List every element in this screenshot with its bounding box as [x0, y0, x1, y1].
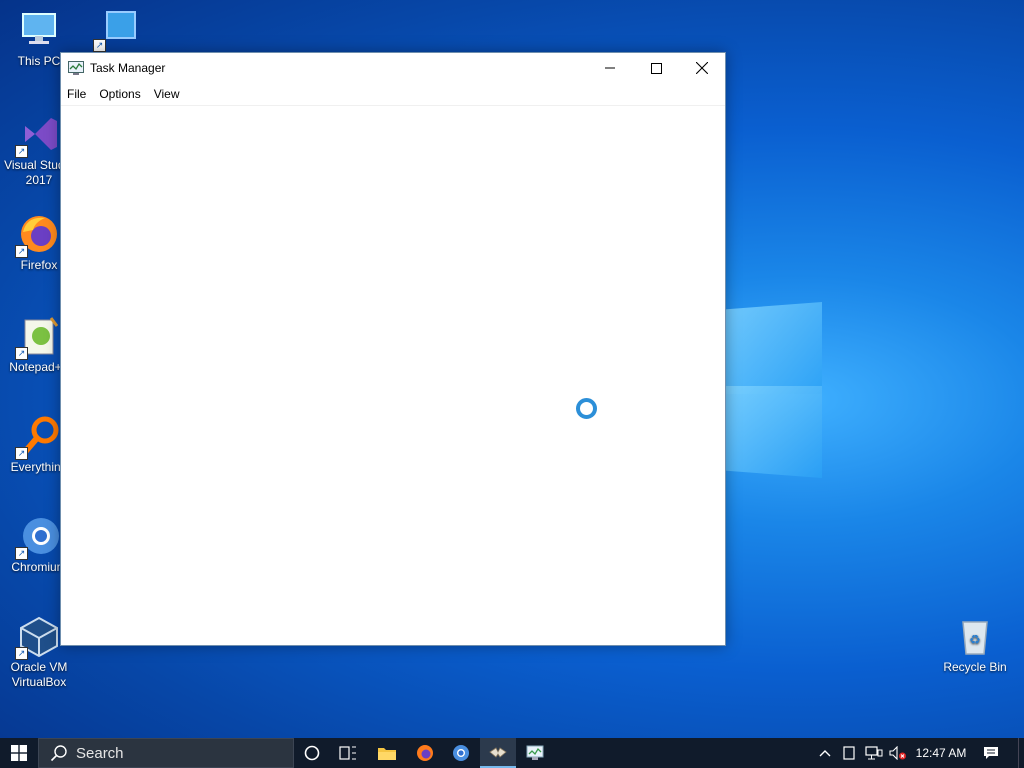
- task-manager-window[interactable]: Task Manager File Options View: [60, 52, 726, 646]
- chromium-icon: ↗: [15, 514, 61, 560]
- loading-spinner: [576, 398, 597, 419]
- computer-icon: [17, 8, 61, 52]
- volume-muted-icon: [889, 746, 906, 760]
- folder-icon: [378, 748, 396, 760]
- close-icon: [696, 62, 708, 74]
- task-view-button[interactable]: [330, 738, 366, 768]
- chromium-icon: [453, 745, 469, 761]
- shortcut-arrow-icon: ↗: [15, 647, 28, 660]
- taskbar-task-manager-active[interactable]: [480, 738, 516, 768]
- menu-options[interactable]: Options: [99, 87, 140, 101]
- desktop-icon-unnamed[interactable]: ↗: [80, 6, 154, 52]
- shortcut-arrow-icon: ↗: [15, 145, 28, 158]
- search-placeholder: Search: [76, 744, 124, 762]
- windows-start-icon: [11, 745, 27, 761]
- firefox-icon: [417, 745, 433, 761]
- visual-studio-icon: ↗: [15, 112, 61, 158]
- svg-text:♻: ♻: [969, 633, 981, 648]
- shortcut-arrow-icon: ↗: [15, 547, 28, 560]
- clock-time: 12:47 AM: [915, 746, 967, 760]
- menu-file[interactable]: File: [67, 87, 86, 101]
- chevron-up-icon: [819, 750, 831, 757]
- task-manager-icon: [526, 745, 544, 760]
- taskbar-chromium[interactable]: [442, 738, 480, 768]
- notepad-plus-plus-icon: ↗: [15, 314, 61, 360]
- taskbar-task-manager[interactable]: [516, 738, 554, 768]
- tray-app-button[interactable]: [838, 738, 860, 768]
- everything-search-icon: ↗: [15, 414, 61, 460]
- taskbar-search-box[interactable]: Search: [38, 738, 294, 768]
- taskbar-file-explorer[interactable]: [368, 738, 406, 768]
- firefox-icon: ↗: [15, 212, 61, 258]
- recycle-bin-icon: ♻: [953, 614, 997, 658]
- title-bar[interactable]: Task Manager: [61, 53, 725, 83]
- notifications-icon: [984, 747, 998, 759]
- search-icon: [50, 745, 67, 762]
- action-center-button[interactable]: [976, 738, 1006, 768]
- window-title: Task Manager: [90, 61, 166, 75]
- shortcut-arrow-icon: ↗: [15, 347, 28, 360]
- hands-app-icon: [489, 747, 507, 758]
- desktop-icon-recycle-bin[interactable]: ♻ Recycle Bin: [938, 614, 1012, 675]
- show-hidden-icons-button[interactable]: [814, 738, 836, 768]
- shortcut-arrow-icon: ↗: [15, 245, 28, 258]
- menu-view[interactable]: View: [154, 87, 180, 101]
- virtualbox-icon: ↗: [15, 614, 61, 660]
- taskbar: Search 12:47 AM: [0, 738, 1024, 768]
- task-view-icon: [339, 746, 356, 760]
- taskbar-firefox[interactable]: [406, 738, 444, 768]
- network-button[interactable]: [862, 738, 886, 768]
- tablet-icon: [843, 746, 855, 760]
- start-button[interactable]: [0, 738, 38, 768]
- show-desktop-button[interactable]: [1018, 738, 1024, 768]
- shortcut-arrow-icon: ↗: [15, 447, 28, 460]
- cortana-icon: [304, 745, 320, 761]
- task-manager-icon: [68, 61, 84, 75]
- volume-button[interactable]: [886, 738, 910, 768]
- monitor-shortcut-icon: ↗: [93, 6, 139, 52]
- minimize-button[interactable]: [587, 53, 633, 83]
- minimize-icon: [605, 67, 615, 69]
- clock[interactable]: 12:47 AM: [910, 738, 972, 768]
- menu-bar: File Options View: [61, 83, 725, 106]
- maximize-button[interactable]: [633, 53, 679, 83]
- shortcut-arrow-icon: ↗: [93, 39, 106, 52]
- cortana-button[interactable]: [294, 738, 330, 768]
- network-icon: [865, 746, 883, 760]
- maximize-icon: [650, 62, 662, 74]
- close-button[interactable]: [679, 53, 725, 83]
